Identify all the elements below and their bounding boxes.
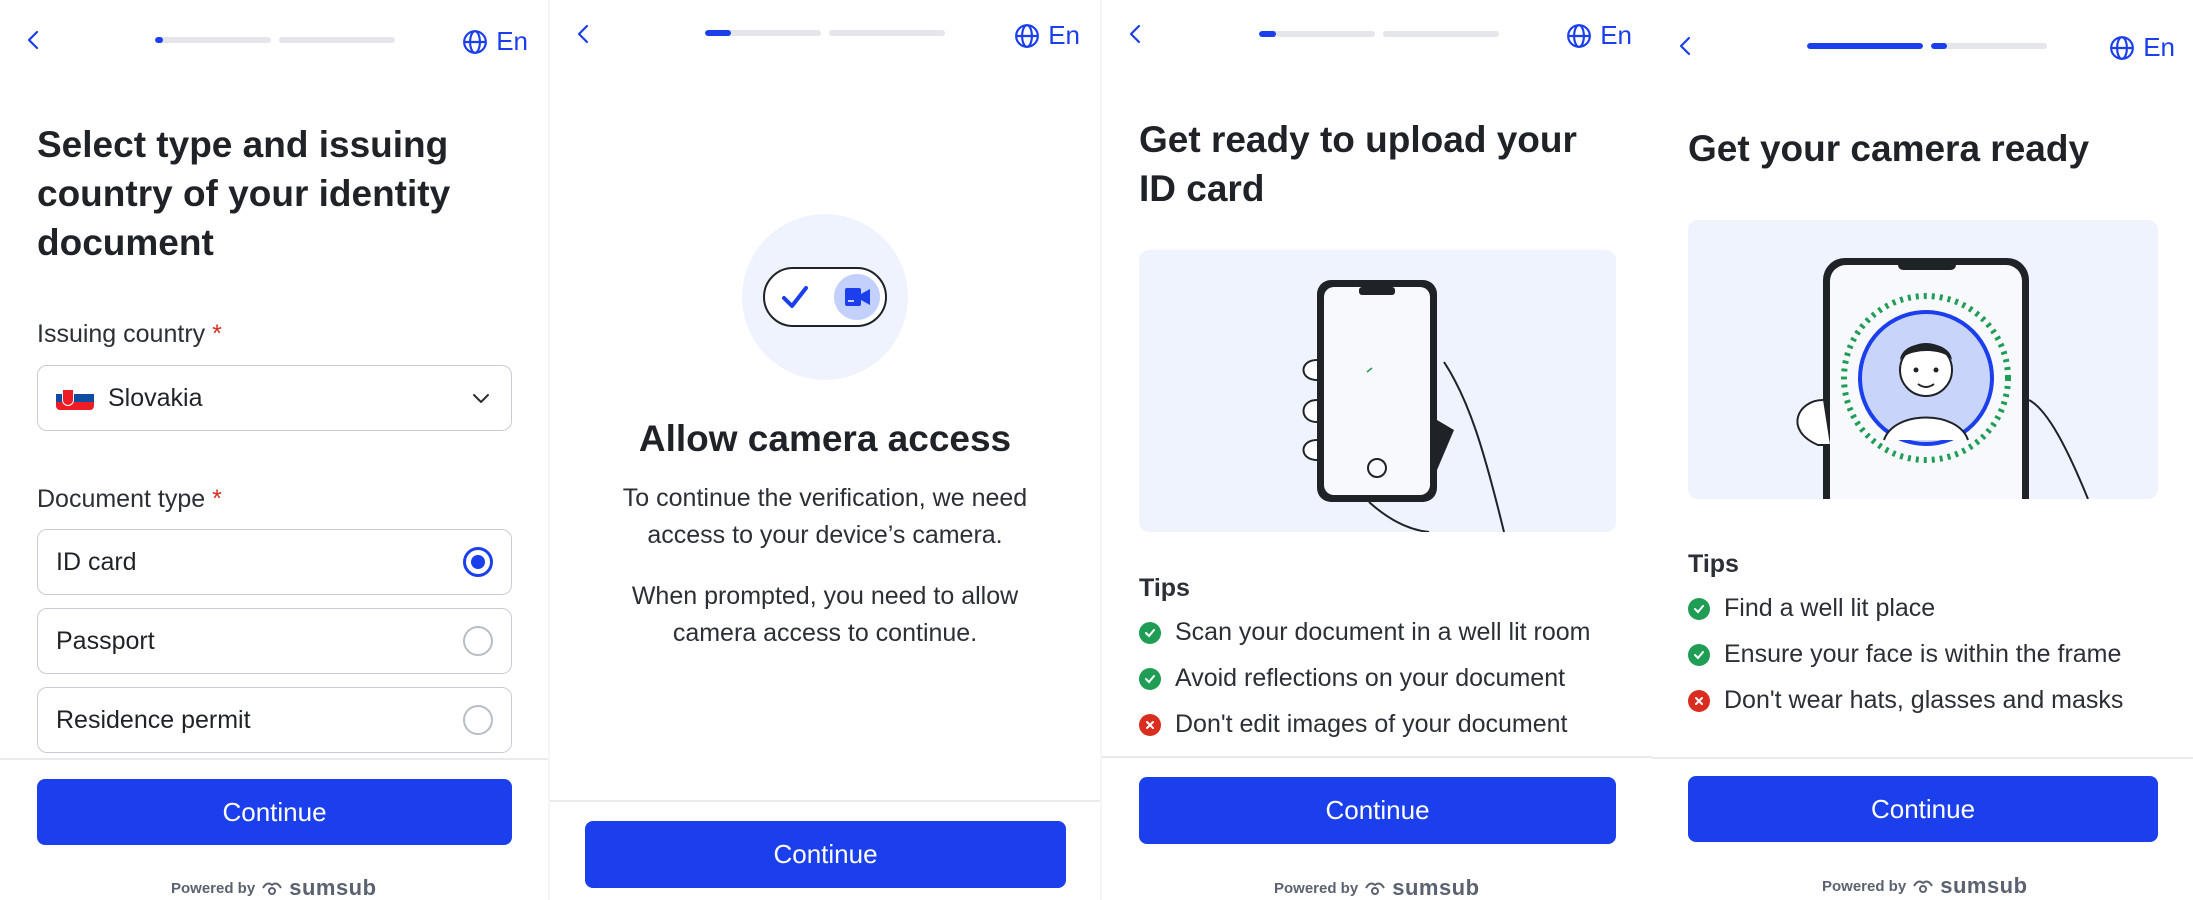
powered-by-label: Powered by <box>171 879 256 897</box>
check-circle-icon <box>1688 597 1710 620</box>
country-value: Slovakia <box>108 383 203 412</box>
check-circle-icon <box>1688 643 1710 666</box>
language-selector[interactable]: En <box>462 26 528 57</box>
progress-segment <box>1807 43 1923 49</box>
instruction-text: When prompted, you need to allow camera … <box>631 582 1019 647</box>
powered-by: Powered by sumsub <box>171 875 377 900</box>
back-chevron-icon[interactable] <box>1124 22 1148 46</box>
progress-segment <box>705 30 821 36</box>
back-chevron-icon[interactable] <box>572 22 596 46</box>
globe-icon <box>1567 23 1592 48</box>
option-id-card[interactable]: ID card <box>37 529 512 595</box>
language-selector[interactable]: En <box>2109 32 2175 63</box>
slovakia-flag-icon <box>56 386 94 410</box>
description-text: To continue the verification, we need ac… <box>622 484 1028 549</box>
issuing-country-label: Issuing country * <box>37 320 222 348</box>
tip-item: Scan your document in a well lit room <box>1139 618 1590 647</box>
brand-name: sumsub <box>1940 873 2028 898</box>
globe-icon <box>1015 23 1040 48</box>
progress-segment <box>155 37 271 43</box>
x-circle-icon <box>1688 689 1710 712</box>
tips-heading: Tips <box>1139 574 1190 602</box>
check-circle-icon <box>1139 667 1161 690</box>
tip-text: Don't wear hats, glasses and masks <box>1724 686 2124 714</box>
phone-illustration <box>1139 250 1616 532</box>
progress-segment <box>829 30 945 36</box>
tip-item: Ensure your face is within the frame <box>1688 640 2121 669</box>
camera-icon <box>845 288 861 306</box>
tip-text: Find a well lit place <box>1724 594 1936 622</box>
progress-segment <box>1383 31 1499 37</box>
powered-by-label: Powered by <box>1274 879 1359 897</box>
option-label: Passport <box>56 626 155 655</box>
option-residence-permit[interactable]: Residence permit <box>37 687 512 753</box>
globe-icon <box>2110 35 2135 60</box>
tip-text: Don't edit images of your document <box>1175 710 1568 738</box>
progress-segment <box>1259 31 1375 37</box>
selfie-illustration <box>1688 220 2158 499</box>
screen-select-document: En Select type and issuing country of yo… <box>0 0 548 900</box>
progress-segment <box>1931 43 2047 49</box>
footer-divider <box>550 800 1100 802</box>
tip-text: Scan your document in a well lit room <box>1175 618 1591 646</box>
radio-unselected[interactable] <box>463 626 493 656</box>
powered-by: Powered by sumsub <box>1822 873 2028 899</box>
check-circle-icon <box>1139 621 1161 644</box>
screen-camera-access: En Allow camera access To continue the v… <box>550 0 1100 900</box>
language-label: En <box>1048 20 1080 50</box>
tip-text: Ensure your face is within the frame <box>1724 640 2122 668</box>
continue-button[interactable]: Continue <box>37 779 512 845</box>
back-chevron-icon[interactable] <box>22 28 46 52</box>
tip-item: Find a well lit place <box>1688 594 1935 623</box>
screen-upload-id: En Get ready to upload your ID card Tips… <box>1102 0 1652 900</box>
tip-item: Don't wear hats, glasses and masks <box>1688 686 2123 715</box>
document-type-label: Document type * <box>37 485 222 513</box>
powered-by: Powered by sumsub <box>1274 875 1480 900</box>
tips-heading: Tips <box>1688 550 1739 578</box>
camera-permission-illustration <box>742 214 908 380</box>
option-passport[interactable]: Passport <box>37 608 512 674</box>
continue-button[interactable]: Continue <box>1688 776 2158 842</box>
language-label: En <box>496 26 528 56</box>
page-title: Get ready to upload your ID card <box>1139 119 1577 209</box>
tip-item: Don't edit images of your document <box>1139 710 1567 739</box>
powered-by-label: Powered by <box>1822 877 1907 895</box>
tip-item: Avoid reflections on your document <box>1139 664 1565 693</box>
progress-bar <box>1807 43 2047 49</box>
progress-segment <box>279 37 395 43</box>
footer-divider <box>0 758 548 760</box>
continue-button[interactable]: Continue <box>585 821 1066 888</box>
country-select[interactable]: Slovakia <box>37 365 512 431</box>
sumsub-logo-icon <box>262 882 283 895</box>
page-title: Get your camera ready <box>1688 128 2090 169</box>
option-label: ID card <box>56 547 137 576</box>
option-label: Residence permit <box>56 705 251 734</box>
sumsub-logo-icon <box>1913 880 1934 893</box>
progress-bar <box>705 30 945 36</box>
globe-icon <box>463 29 488 54</box>
footer-divider <box>1102 756 1652 758</box>
progress-bar <box>1259 31 1499 37</box>
language-selector[interactable]: En <box>1566 20 1632 51</box>
language-label: En <box>1600 20 1632 50</box>
back-chevron-icon[interactable] <box>1674 34 1698 58</box>
brand-name: sumsub <box>1392 875 1480 900</box>
radio-unselected[interactable] <box>463 705 493 735</box>
footer-divider <box>1652 757 2193 759</box>
progress-bar <box>155 37 395 43</box>
language-selector[interactable]: En <box>1014 20 1080 51</box>
continue-button[interactable]: Continue <box>1139 777 1616 844</box>
chevron-down-icon <box>473 394 489 403</box>
page-title: Select type and issuing country of your … <box>37 124 451 263</box>
language-label: En <box>2143 32 2175 62</box>
sumsub-logo-icon <box>1365 882 1386 895</box>
x-circle-icon <box>1139 713 1161 736</box>
tip-text: Avoid reflections on your document <box>1175 664 1566 692</box>
page-title: Allow camera access <box>638 418 1012 459</box>
radio-selected[interactable] <box>463 547 493 577</box>
brand-name: sumsub <box>289 875 377 900</box>
screen-camera-ready: En Get your camera ready Tips Find a wel… <box>1652 0 2193 900</box>
